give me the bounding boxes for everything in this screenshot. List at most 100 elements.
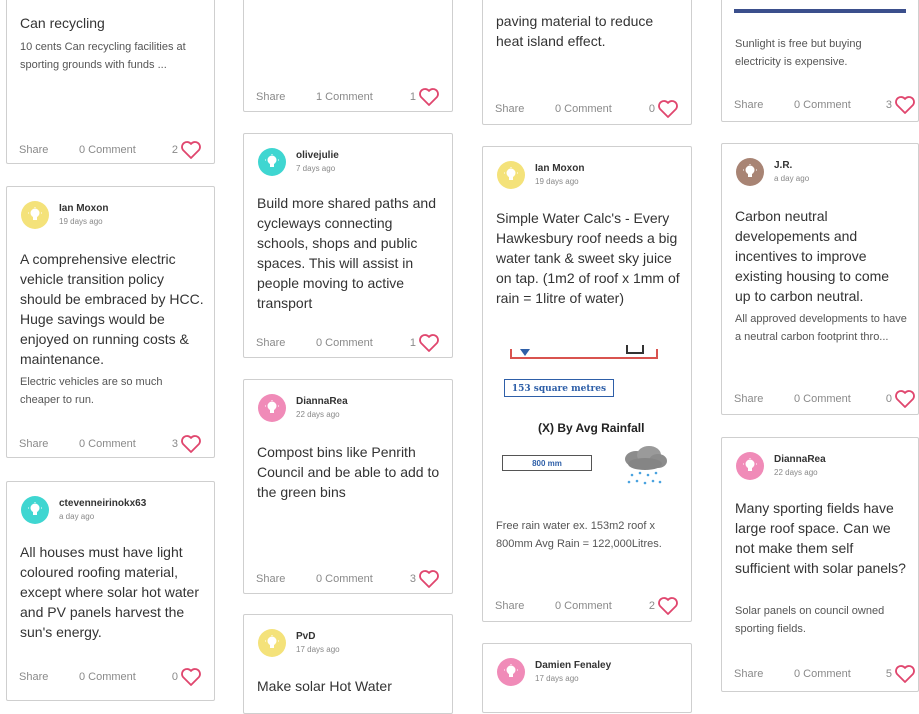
share-link[interactable]: Share	[256, 91, 285, 103]
comment-link[interactable]: 0 Comment	[794, 668, 851, 680]
like-button[interactable]: 2	[639, 596, 679, 616]
avatar	[497, 658, 525, 686]
rain-cloud-icon	[625, 446, 667, 485]
card-footer: Share 0 Comment 5	[722, 664, 918, 684]
lightbulb-icon	[265, 154, 279, 167]
card-footer: Share 1 Comment 1	[244, 87, 452, 107]
comment-link[interactable]: 0 Comment	[555, 600, 612, 612]
lightbulb-icon	[504, 167, 518, 180]
idea-title: All houses must have light coloured roof…	[20, 544, 199, 640]
idea-card[interactable]: paving material to reduce heat island ef…	[482, 0, 692, 125]
avatar	[497, 161, 525, 189]
comment-link[interactable]: 0 Comment	[316, 573, 373, 585]
author-name[interactable]: Ian Moxon	[59, 203, 108, 214]
author-name[interactable]: DiannaRea	[296, 396, 348, 407]
lightbulb-icon	[265, 635, 279, 648]
share-link[interactable]: Share	[734, 668, 763, 680]
share-link[interactable]: Share	[734, 99, 763, 111]
comment-link[interactable]: 0 Comment	[794, 393, 851, 405]
lightbulb-icon	[28, 502, 42, 515]
comment-link[interactable]: 0 Comment	[555, 103, 612, 115]
idea-title: A comprehensive electric vehicle transit…	[20, 251, 204, 367]
like-count: 2	[171, 144, 178, 156]
like-button[interactable]: 3	[876, 95, 916, 115]
like-count: 5	[885, 668, 892, 680]
post-time: 17 days ago	[296, 645, 340, 654]
share-link[interactable]: Share	[734, 393, 763, 405]
share-link[interactable]: Share	[256, 337, 285, 349]
idea-title: Compost bins like Penrith Council and be…	[257, 444, 440, 500]
comment-link[interactable]: 1 Comment	[316, 91, 373, 103]
idea-card[interactable]: ctevenneirinokx63 a day ago All houses m…	[6, 481, 215, 701]
author-name[interactable]: Ian Moxon	[535, 163, 584, 174]
idea-card[interactable]: J.R. a day ago Carbon neutral developeme…	[721, 143, 919, 415]
like-button[interactable]: 1	[400, 87, 440, 107]
water-drop-icon	[520, 349, 530, 356]
post-time: 19 days ago	[59, 217, 103, 226]
idea-card[interactable]: Ian Moxon 19 days ago Simple Water Calc'…	[482, 146, 692, 622]
idea-card[interactable]: Sunlight is free but buying electricity …	[721, 0, 919, 122]
heart-icon	[895, 390, 915, 408]
card-footer: Share 0 Comment 3	[244, 569, 452, 589]
post-time: a day ago	[774, 174, 810, 183]
idea-card[interactable]: Can recycling 10 cents Can recycling fac…	[6, 0, 215, 164]
idea-title: Make solar Hot Water	[257, 678, 392, 694]
post-time: 17 days ago	[535, 674, 579, 683]
author-name[interactable]: olivejulie	[296, 150, 339, 161]
idea-card[interactable]: DiannaRea 22 days ago Many sporting fiel…	[721, 437, 919, 692]
avatar	[258, 148, 286, 176]
comment-link[interactable]: 0 Comment	[316, 337, 373, 349]
like-button[interactable]: 1	[400, 333, 440, 353]
like-button[interactable]: 3	[400, 569, 440, 589]
idea-title: Carbon neutral developements and incenti…	[735, 208, 890, 304]
card-image-strip	[734, 9, 906, 13]
post-time: 22 days ago	[296, 410, 340, 419]
idea-card[interactable]: DiannaRea 22 days ago Compost bins like …	[243, 379, 453, 594]
idea-description: Electric vehicles are so much cheaper to…	[20, 376, 163, 406]
like-button[interactable]: 3	[162, 434, 202, 454]
author-name[interactable]: DiannaRea	[774, 454, 826, 465]
post-time: 22 days ago	[774, 468, 818, 477]
heart-icon	[419, 88, 439, 106]
comment-link[interactable]: 0 Comment	[79, 438, 136, 450]
rainfall-box: 800 mm	[502, 455, 592, 471]
comment-link[interactable]: 0 Comment	[79, 144, 136, 156]
heart-icon	[658, 597, 678, 615]
author-name[interactable]: Damien Fenaley	[535, 660, 611, 671]
share-link[interactable]: Share	[495, 600, 524, 612]
author-name[interactable]: PvD	[296, 631, 315, 642]
share-link[interactable]: Share	[256, 573, 285, 585]
share-link[interactable]: Share	[19, 438, 48, 450]
water-calc-image: 153 square metres (X) By Avg Rainfall 80…	[496, 343, 679, 513]
author-name[interactable]: ctevenneirinokx63	[59, 498, 146, 509]
like-count: 2	[648, 600, 655, 612]
idea-title: Many sporting fields have large roof spa…	[735, 500, 906, 576]
idea-card[interactable]: Ian Moxon 19 days ago A comprehensive el…	[6, 186, 215, 458]
idea-card[interactable]: PvD 17 days ago Make solar Hot Water	[243, 614, 453, 714]
like-button[interactable]: 0	[639, 99, 679, 119]
avatar	[258, 394, 286, 422]
image-bracket	[626, 345, 644, 354]
idea-card[interactable]: olivejulie 7 days ago Build more shared …	[243, 133, 453, 358]
idea-card[interactable]: Share 1 Comment 1	[243, 0, 453, 112]
share-link[interactable]: Share	[19, 144, 48, 156]
like-count: 3	[171, 438, 178, 450]
share-link[interactable]: Share	[495, 103, 524, 115]
heart-icon	[181, 668, 201, 686]
idea-description: 10 cents Can recycling facilities at spo…	[20, 41, 186, 71]
like-button[interactable]: 5	[876, 664, 916, 684]
like-count: 1	[409, 337, 416, 349]
card-footer: Share 0 Comment 2	[483, 596, 691, 616]
comment-link[interactable]: 0 Comment	[794, 99, 851, 111]
idea-title: paving material to reduce heat island ef…	[496, 13, 654, 49]
idea-description: All approved developments to have a neut…	[735, 313, 907, 343]
idea-card[interactable]: Damien Fenaley 17 days ago	[482, 643, 692, 713]
post-time: 7 days ago	[296, 164, 336, 173]
share-link[interactable]: Share	[19, 671, 48, 683]
lightbulb-icon	[28, 207, 42, 220]
like-button[interactable]: 0	[876, 389, 916, 409]
like-button[interactable]: 2	[162, 140, 202, 160]
like-button[interactable]: 0	[162, 667, 202, 687]
comment-link[interactable]: 0 Comment	[79, 671, 136, 683]
author-name[interactable]: J.R.	[774, 160, 792, 171]
